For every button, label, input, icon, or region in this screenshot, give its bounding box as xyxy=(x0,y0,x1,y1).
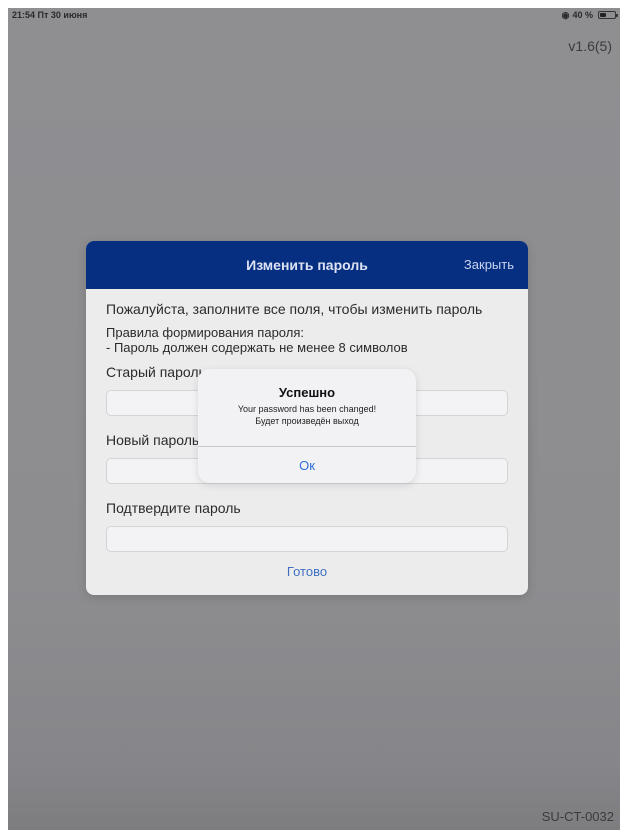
rules-heading: Правила формирования пароля: xyxy=(106,325,304,340)
alert-message-line1: Your password has been changed! xyxy=(237,404,377,414)
dialog-title: Изменить пароль xyxy=(246,257,368,273)
ok-button[interactable]: Ок xyxy=(198,447,416,483)
success-alert: Успешно Your password has been changed! … xyxy=(198,369,416,483)
device-id: SU-CT-0032 xyxy=(541,809,614,824)
battery-icon xyxy=(598,11,618,19)
done-button[interactable]: Готово xyxy=(106,564,508,579)
dialog-header: Изменить пароль Закрыть xyxy=(86,241,528,289)
alert-title: Успешно xyxy=(278,385,336,400)
status-left: 21:54 Пт 30 июня xyxy=(12,10,87,20)
password-rules: Правила формирования пароля: - Пароль до… xyxy=(106,325,508,355)
wifi-icon: ◉ xyxy=(561,9,570,20)
status-date: Пт 30 июня xyxy=(37,10,88,20)
intro-text: Пожалуйста, заполните все поля, чтобы из… xyxy=(106,301,483,317)
status-right: ◉ 40 % xyxy=(561,9,618,21)
status-bar: 21:54 Пт 30 июня ◉ 40 % xyxy=(8,8,620,22)
alert-message: Your password has been changed! Будет пр… xyxy=(198,403,416,427)
confirm-password-field[interactable] xyxy=(106,526,508,552)
confirm-password-label: Подтвердите пароль xyxy=(106,500,241,516)
status-time: 21:54 xyxy=(12,10,36,20)
alert-message-line2: Будет произведён выход xyxy=(255,416,359,426)
close-button[interactable]: Закрыть xyxy=(464,241,514,289)
app-version: v1.6(5) xyxy=(568,38,612,54)
rules-item: - Пароль должен содержать не менее 8 сим… xyxy=(106,340,408,355)
battery-percent: 40 % xyxy=(572,10,593,20)
